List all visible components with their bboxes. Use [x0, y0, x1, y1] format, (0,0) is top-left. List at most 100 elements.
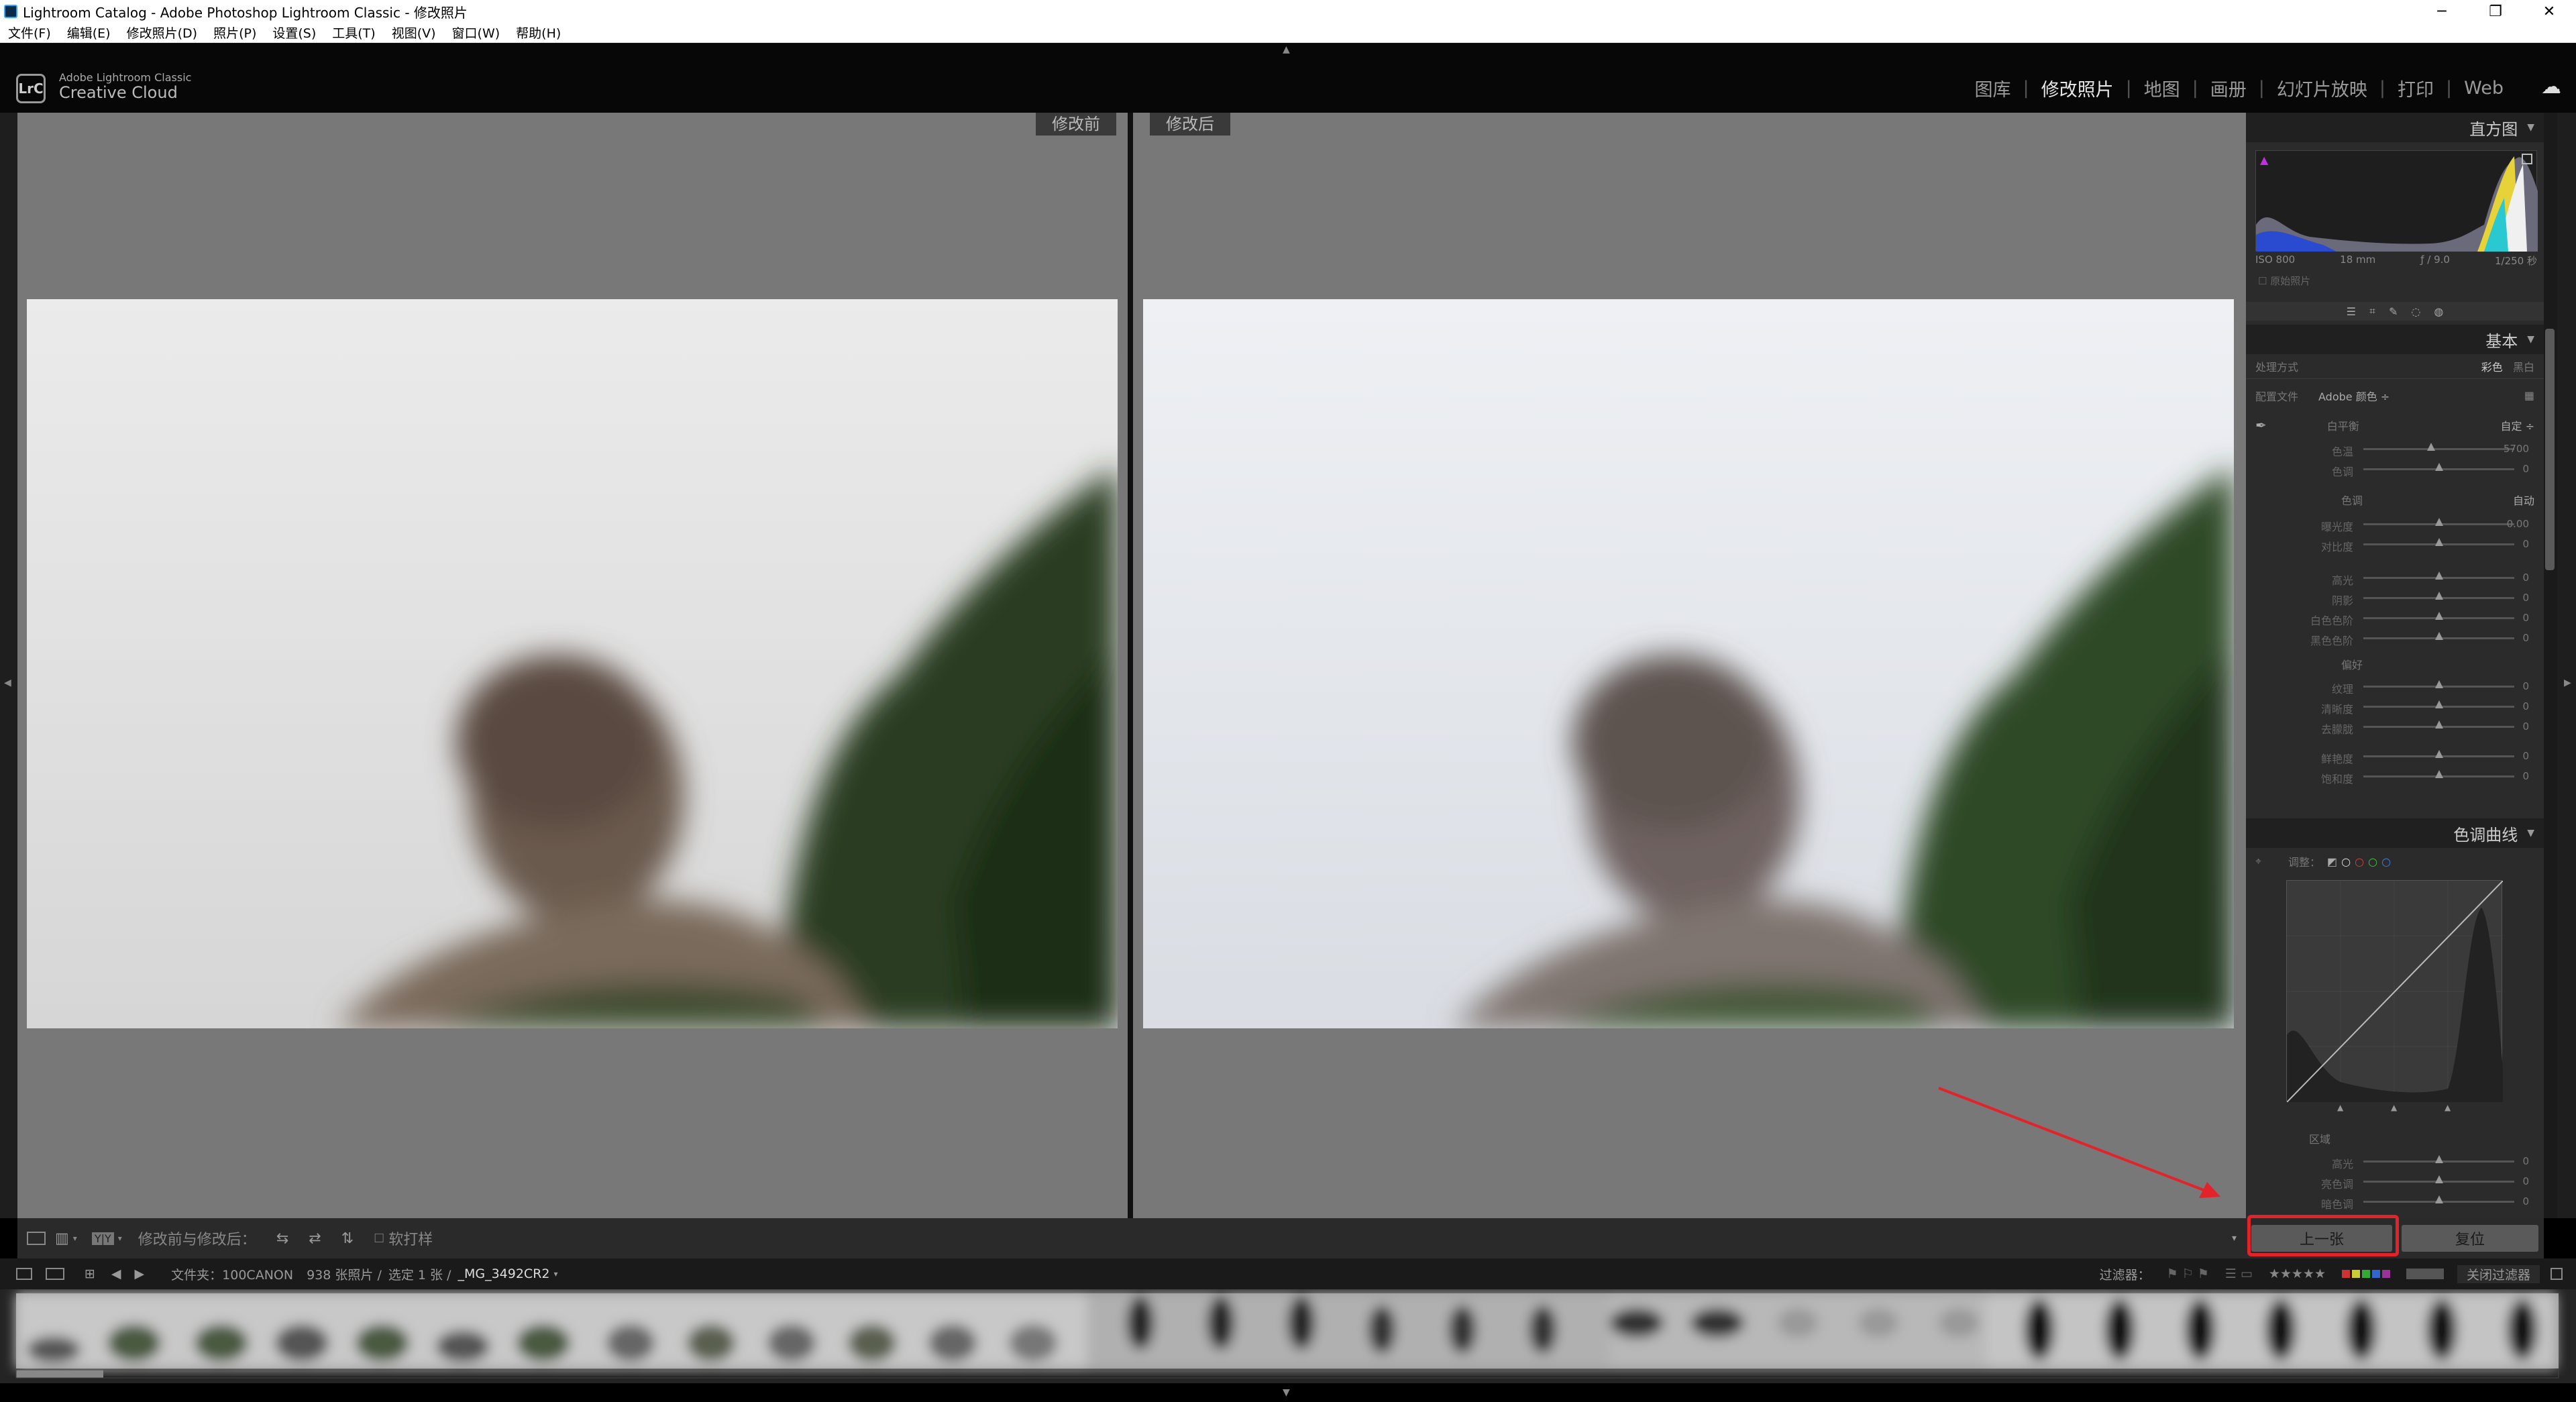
treatment-bw[interactable]: 黑白 — [2513, 361, 2534, 374]
menu-edit[interactable]: 编辑(E) — [59, 23, 119, 42]
main-window-icon[interactable] — [16, 1268, 32, 1280]
menu-file[interactable]: 文件(F) — [0, 23, 59, 42]
slider-knob[interactable] — [2434, 592, 2443, 600]
slider-value[interactable]: 0 — [2489, 632, 2529, 644]
slider-knob[interactable] — [2427, 443, 2436, 451]
before-photo[interactable] — [27, 299, 1118, 1028]
menu-help[interactable]: 帮助(H) — [508, 23, 569, 42]
module-book[interactable]: 画册 — [2198, 75, 2259, 101]
slider-value[interactable]: 0 — [2489, 538, 2529, 550]
left-panel-toggle-icon[interactable]: ◀ — [4, 678, 11, 688]
curve-split-handles[interactable]: ▲ ▲ ▲ — [2286, 1103, 2502, 1116]
module-library[interactable]: 图库 — [1962, 75, 2023, 101]
slider-value[interactable]: 5700 — [2489, 443, 2529, 455]
slider-basic-sliders-1[interactable]: 色调 0 — [2246, 459, 2544, 479]
edit-sliders-icon[interactable]: ☰ — [2347, 305, 2356, 318]
right-panel-toggle-icon[interactable]: ▶ — [2564, 678, 2571, 688]
shadow-clipping-icon[interactable]: ▲ — [2260, 154, 2268, 166]
slider-knob[interactable] — [2434, 612, 2443, 620]
soft-proof-checkbox[interactable]: ☐ — [374, 1232, 384, 1246]
slider-knob[interactable] — [2434, 750, 2443, 758]
profile-select[interactable]: Adobe 颜色 ÷ — [2318, 388, 2390, 404]
filmstrip-thumbnails[interactable] — [0, 1289, 2576, 1383]
slider-basic-sliders-11[interactable]: 鲜艳度 0 — [2246, 746, 2544, 766]
folder-source[interactable]: 文件夹：100CANON — [171, 1265, 293, 1283]
bottom-panel-toggle-icon[interactable]: ▼ — [1283, 1387, 1290, 1398]
flag-filter-icon[interactable]: ⚑ ⚐ ⚑ — [2167, 1266, 2209, 1281]
slider-knob[interactable] — [2434, 572, 2443, 580]
slider-basic-sliders-5[interactable]: 阴影 0 — [2246, 588, 2544, 608]
basic-header[interactable]: 基本 ▼ — [2246, 325, 2544, 354]
slider-value[interactable]: 0 — [2489, 1155, 2529, 1167]
slider-value[interactable]: 0.00 — [2489, 518, 2529, 530]
curve-point-icon[interactable]: ○ — [2341, 855, 2351, 868]
menu-view[interactable]: 视图(V) — [384, 23, 444, 42]
slider-knob[interactable] — [2434, 700, 2443, 708]
profile-browser-icon[interactable]: ▦ — [2524, 389, 2534, 402]
curve-green-icon[interactable]: ○ — [2368, 855, 2377, 868]
slider-tone_curve-sliders-2[interactable]: 暗色调 0 — [2246, 1191, 2544, 1211]
module-print[interactable]: 打印 — [2385, 75, 2446, 101]
slider-value[interactable]: 0 — [2489, 720, 2529, 733]
slider-value[interactable]: 0 — [2489, 680, 2529, 692]
grid-icon[interactable]: ⊞ — [85, 1266, 95, 1281]
copy-after-icon[interactable]: ⇄ — [309, 1230, 321, 1247]
curve-red-icon[interactable]: ○ — [2355, 855, 2364, 868]
slider-knob[interactable] — [2434, 518, 2443, 526]
minimize-button[interactable]: ─ — [2415, 0, 2469, 23]
healing-brush-icon[interactable]: ✎ — [2389, 305, 2398, 318]
module-web[interactable]: Web — [2452, 78, 2516, 99]
color-filter[interactable] — [2341, 1270, 2390, 1278]
crop-icon[interactable]: ⌗ — [2369, 305, 2375, 318]
slider-knob[interactable] — [2434, 680, 2443, 688]
close-button[interactable]: ✕ — [2522, 0, 2576, 23]
slider-value[interactable]: 0 — [2489, 592, 2529, 604]
slider-tone_curve-sliders-1[interactable]: 亮色调 0 — [2246, 1171, 2544, 1191]
menu-develop[interactable]: 修改照片(D) — [119, 23, 205, 42]
slider-value[interactable]: 0 — [2489, 750, 2529, 762]
slider-value[interactable]: 0 — [2489, 700, 2529, 712]
yy-view-button[interactable]: Y|Y — [91, 1232, 114, 1245]
tone-curve-header[interactable]: 色调曲线 ▼ — [2246, 818, 2544, 848]
slider-knob[interactable] — [2434, 1175, 2443, 1183]
second-window-icon[interactable] — [46, 1268, 64, 1280]
slider-basic-sliders-12[interactable]: 饱和度 0 — [2246, 766, 2544, 786]
yy-dropdown-icon[interactable]: ▾ — [118, 1234, 122, 1243]
highlight-clipping-icon[interactable] — [2522, 154, 2532, 164]
slider-knob[interactable] — [2434, 720, 2443, 729]
slider-value[interactable]: 0 — [2489, 1195, 2529, 1207]
current-filename[interactable]: _MG_3492CR2 — [458, 1266, 549, 1281]
tone-auto-button[interactable]: 自动 — [2513, 492, 2534, 508]
filename-dropdown-icon[interactable]: ▾ — [553, 1269, 557, 1279]
menu-window[interactable]: 窗口(W) — [444, 23, 508, 42]
module-develop[interactable]: 修改照片 — [2029, 75, 2126, 101]
slider-value[interactable]: 0 — [2489, 612, 2529, 624]
slider-knob[interactable] — [2434, 463, 2443, 471]
slider-basic-sliders-3[interactable]: 对比度 0 — [2246, 534, 2544, 554]
filter-lock-icon[interactable] — [2551, 1268, 2563, 1280]
red-eye-icon[interactable]: ◌ — [2411, 305, 2420, 318]
rating-filter[interactable]: ★★★★★ — [2269, 1266, 2326, 1281]
swap-icon[interactable]: ⇅ — [341, 1230, 354, 1247]
original-photo-checkbox[interactable]: ☐ 原始照片 — [2258, 274, 2310, 288]
slider-basic-sliders-4[interactable]: 高光 0 — [2246, 568, 2544, 588]
copy-before-icon[interactable]: ⇆ — [276, 1230, 288, 1247]
slider-basic-sliders-0[interactable]: 色温 5700 — [2246, 439, 2544, 459]
slider-basic-sliders-10[interactable]: 去朦胧 0 — [2246, 716, 2544, 737]
histogram-header[interactable]: 直方图 ▼ — [2246, 113, 2544, 142]
slider-knob[interactable] — [2434, 770, 2443, 778]
back-arrow-icon[interactable]: ◀ — [111, 1266, 121, 1281]
slider-basic-sliders-6[interactable]: 白色色阶 0 — [2246, 608, 2544, 628]
filter-off-button[interactable]: 关闭过滤器 — [2457, 1264, 2540, 1283]
slider-value[interactable]: 0 — [2489, 572, 2529, 584]
slider-knob[interactable] — [2434, 1195, 2443, 1203]
slider-knob[interactable] — [2434, 1155, 2443, 1163]
maximize-button[interactable]: ❐ — [2469, 0, 2522, 23]
slider-value[interactable]: 0 — [2489, 770, 2529, 782]
slider-basic-sliders-2[interactable]: 曝光度 0.00 — [2246, 514, 2544, 534]
slider-basic-sliders-7[interactable]: 黑色色阶 0 — [2246, 628, 2544, 648]
menu-tools[interactable]: 工具(T) — [324, 23, 383, 42]
module-slideshow[interactable]: 幻灯片放映 — [2265, 75, 2379, 101]
before-after-view-icon[interactable]: ▥ — [55, 1230, 69, 1247]
loupe-view-icon[interactable] — [27, 1232, 46, 1245]
